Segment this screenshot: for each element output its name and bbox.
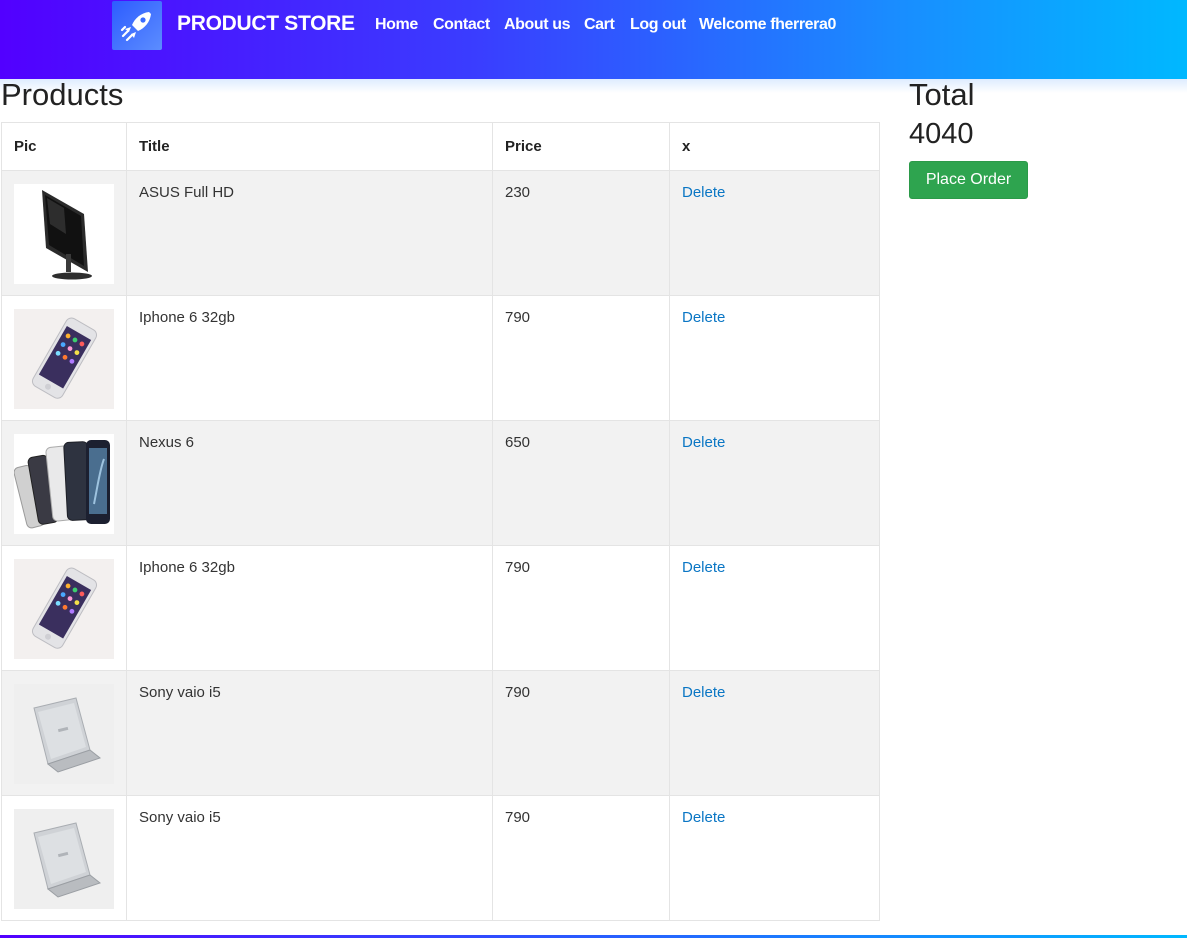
- action-cell: Delete: [669, 795, 880, 921]
- price-cell: 230: [492, 170, 670, 296]
- cart-table: Pic Title Price x ASUS Full HD 230 Delet…: [1, 122, 880, 921]
- pic-cell: [1, 545, 127, 671]
- laptop-image: [14, 684, 114, 784]
- pic-cell: [1, 795, 127, 921]
- column-header-price: Price: [492, 122, 670, 171]
- nexus-phones-image: [14, 434, 114, 534]
- delete-link[interactable]: Delete: [682, 684, 725, 701]
- table-row: Sony vaio i5 790 Delete: [1, 795, 880, 921]
- rocket-logo-icon: [120, 11, 151, 41]
- action-cell: Delete: [669, 545, 880, 671]
- price-cell: 650: [492, 420, 670, 546]
- price-cell: 790: [492, 795, 670, 921]
- laptop-image: [14, 809, 114, 909]
- pic-cell: [1, 295, 127, 421]
- delete-link[interactable]: Delete: [682, 434, 725, 451]
- phone-image: [14, 559, 114, 659]
- total-heading: Total: [909, 77, 975, 112]
- pic-cell: [1, 420, 127, 546]
- action-cell: Delete: [669, 670, 880, 796]
- title-cell: Iphone 6 32gb: [126, 295, 493, 421]
- price-cell: 790: [492, 295, 670, 421]
- pic-cell: [1, 170, 127, 296]
- title-cell: Sony vaio i5: [126, 670, 493, 796]
- action-cell: Delete: [669, 420, 880, 546]
- nav-log-out[interactable]: Log out: [630, 16, 686, 34]
- column-header-pic: Pic: [1, 122, 127, 171]
- table-header-row: Pic Title Price x: [1, 122, 880, 171]
- table-row: Iphone 6 32gb 790 Delete: [1, 545, 880, 671]
- total-value: 4040: [909, 118, 974, 150]
- title-cell: Sony vaio i5: [126, 795, 493, 921]
- column-header-title: Title: [126, 122, 493, 171]
- price-cell: 790: [492, 670, 670, 796]
- action-cell: Delete: [669, 170, 880, 296]
- title-cell: Iphone 6 32gb: [126, 545, 493, 671]
- title-cell: ASUS Full HD: [126, 170, 493, 296]
- logo[interactable]: [112, 1, 162, 50]
- action-cell: Delete: [669, 295, 880, 421]
- nav-welcome-user[interactable]: Welcome fherrera0: [699, 16, 836, 34]
- nav-cart[interactable]: Cart: [584, 16, 615, 34]
- nav-home[interactable]: Home: [375, 16, 418, 34]
- products-heading: Products: [1, 77, 124, 112]
- title-cell: Nexus 6: [126, 420, 493, 546]
- delete-link[interactable]: Delete: [682, 184, 725, 201]
- table-row: Nexus 6 650 Delete: [1, 420, 880, 546]
- delete-link[interactable]: Delete: [682, 559, 725, 576]
- table-row: Sony vaio i5 790 Delete: [1, 670, 880, 796]
- brand-name[interactable]: PRODUCT STORE: [177, 12, 355, 36]
- monitor-image: [14, 184, 114, 284]
- navbar: PRODUCT STORE Home Contact About us Cart…: [0, 0, 1187, 79]
- price-cell: 790: [492, 545, 670, 671]
- column-header-action: x: [669, 122, 880, 171]
- delete-link[interactable]: Delete: [682, 809, 725, 826]
- delete-link[interactable]: Delete: [682, 309, 725, 326]
- place-order-button[interactable]: Place Order: [909, 161, 1028, 199]
- table-row: Iphone 6 32gb 790 Delete: [1, 295, 880, 421]
- pic-cell: [1, 670, 127, 796]
- nav-about-us[interactable]: About us: [504, 16, 571, 34]
- nav-contact[interactable]: Contact: [433, 16, 490, 34]
- phone-image: [14, 309, 114, 409]
- navbar-shadow: [0, 79, 1187, 93]
- table-row: ASUS Full HD 230 Delete: [1, 170, 880, 296]
